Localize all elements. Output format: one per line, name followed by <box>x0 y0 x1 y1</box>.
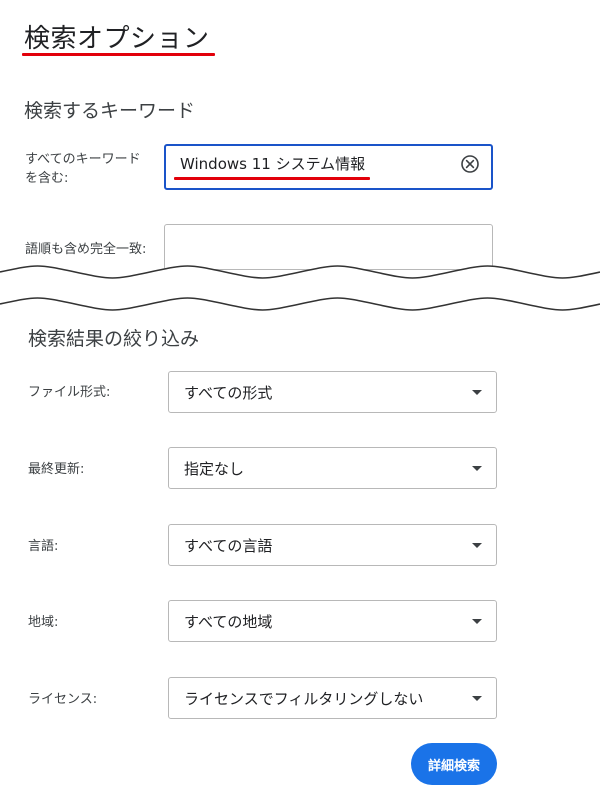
search-options-page: 検索オプション 検索するキーワード すべてのキーワード を含む: Windows… <box>0 0 600 800</box>
license-value: ライセンスでフィルタリングしない <box>184 690 424 708</box>
region-select[interactable]: すべての地域 <box>168 600 497 642</box>
title-red-underline <box>22 53 215 56</box>
language-select[interactable]: すべての言語 <box>168 524 497 566</box>
clear-icon[interactable] <box>460 154 480 174</box>
chevron-down-icon <box>472 543 482 548</box>
last-update-value: 指定なし <box>184 460 245 478</box>
chevron-down-icon <box>472 696 482 701</box>
all-words-input[interactable]: Windows 11 システム情報 <box>164 144 493 190</box>
region-value: すべての地域 <box>184 613 273 631</box>
chevron-down-icon <box>472 619 482 624</box>
chevron-down-icon <box>472 466 482 471</box>
all-words-label-line1: すべてのキーワード <box>25 152 141 167</box>
language-label: 言語: <box>28 539 59 554</box>
page-break-wave <box>0 265 600 322</box>
all-words-input-value: Windows 11 システム情報 <box>180 155 366 173</box>
license-select[interactable]: ライセンスでフィルタリングしない <box>168 677 497 719</box>
language-value: すべての言語 <box>184 537 273 555</box>
all-words-label: すべてのキーワード を含む: <box>25 150 141 188</box>
license-label: ライセンス: <box>28 692 98 707</box>
last-update-select[interactable]: 指定なし <box>168 447 497 489</box>
file-type-select[interactable]: すべての形式 <box>168 371 497 413</box>
page-title: 検索オプション <box>24 24 210 54</box>
last-update-label: 最終更新: <box>28 462 85 477</box>
chevron-down-icon <box>472 390 482 395</box>
file-type-label: ファイル形式: <box>28 385 111 400</box>
filter-section-heading: 検索結果の絞り込み <box>28 328 200 350</box>
region-label: 地域: <box>28 615 59 630</box>
file-type-value: すべての形式 <box>184 384 273 402</box>
input-value-red-underline <box>174 177 370 180</box>
keywords-section-heading: 検索するキーワード <box>24 100 196 122</box>
advanced-search-button[interactable]: 詳細検索 <box>411 743 497 785</box>
exact-phrase-label: 語順も含め完全一致: <box>25 242 147 257</box>
all-words-label-line2: を含む: <box>25 171 69 186</box>
